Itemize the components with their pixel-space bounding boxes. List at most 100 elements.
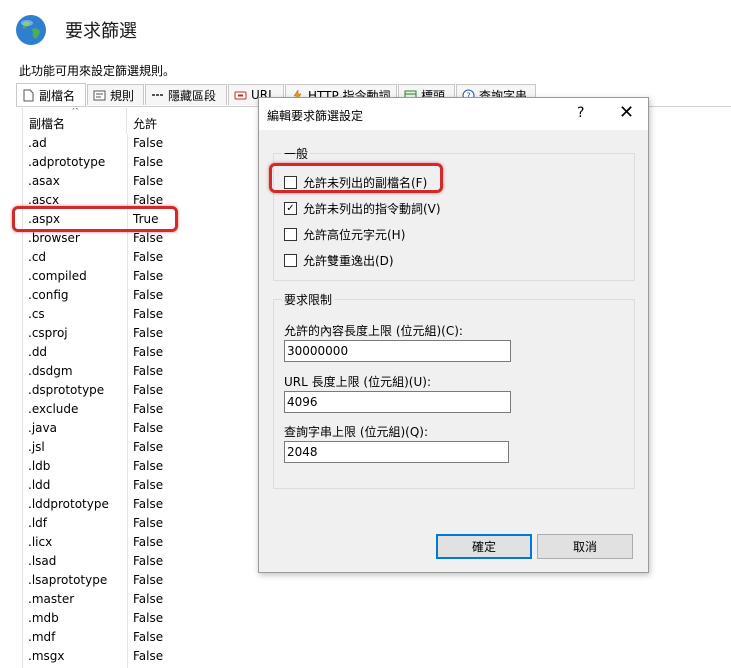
list-item[interactable]: .java False	[23, 419, 187, 438]
extension-name: .ascx	[28, 193, 60, 207]
sort-ascending-icon: ^	[71, 108, 80, 117]
extension-name: .licx	[28, 535, 53, 549]
extension-name: .ldf	[28, 516, 47, 530]
list-item[interactable]: .dsprototype False	[23, 381, 187, 400]
list-item[interactable]: .mdf False	[23, 628, 187, 647]
cancel-button[interactable]: 取消	[537, 534, 633, 559]
allowed-value: False	[133, 478, 164, 492]
list-item[interactable]: .ldf False	[23, 514, 187, 533]
allowed-value: False	[133, 516, 164, 530]
list-item[interactable]: .lsaprototype False	[23, 571, 187, 590]
allow-high-bit-characters-checkbox[interactable]: 允許高位元字元(H)	[284, 226, 405, 243]
list-item[interactable]: .cs False	[23, 305, 187, 324]
allow-unlisted-verbs-checkbox[interactable]: ✓ 允許未列出的指令動詞(V)	[284, 200, 441, 217]
close-button[interactable]: ✕	[619, 102, 634, 123]
list-item[interactable]: .master False	[23, 590, 187, 609]
list-item[interactable]: .mdb False	[23, 609, 187, 628]
column-header-extension[interactable]: 副檔名	[29, 115, 65, 132]
allowed-value: False	[133, 573, 164, 587]
list-item[interactable]: .adprototype False	[23, 153, 187, 172]
checkbox-box[interactable]	[284, 228, 297, 241]
extension-name: .dsdgm	[28, 364, 73, 378]
list-item[interactable]: .compiled False	[23, 267, 187, 286]
extension-name: .dd	[28, 345, 48, 359]
allowed-value: False	[133, 630, 164, 644]
extension-name: .exclude	[28, 402, 79, 416]
extension-name: .cd	[28, 250, 47, 264]
list-item[interactable]: .msgx False	[23, 647, 187, 666]
extension-name: .config	[28, 288, 69, 302]
extension-name: .ad	[28, 136, 47, 150]
globe-icon	[16, 15, 46, 45]
allowed-value: False	[133, 421, 164, 435]
checkbox-label: 允許未列出的指令動詞(V)	[303, 202, 441, 216]
highlight-unlisted-extensions	[269, 163, 443, 193]
extension-name: .msgx	[28, 649, 65, 663]
document-icon	[23, 89, 34, 101]
extension-name: .ldb	[28, 459, 51, 473]
query-length-input[interactable]: 2048	[284, 441, 509, 463]
highlight-aspx-row	[12, 206, 178, 232]
list-item[interactable]: .ad False	[23, 134, 187, 153]
list-item[interactable]: .config False	[23, 286, 187, 305]
hidden-segments-icon	[152, 93, 163, 96]
allowed-value: False	[133, 402, 164, 416]
help-button[interactable]: ?	[577, 105, 584, 121]
allow-double-escaping-checkbox[interactable]: 允許雙重逸出(D)	[284, 252, 394, 269]
page-description: 此功能可用來設定篩選規則。	[19, 64, 176, 78]
url-icon	[234, 91, 247, 99]
list-item[interactable]: .dd False	[23, 343, 187, 362]
list-item[interactable]: .lddprototype False	[23, 495, 187, 514]
tab-label: 副檔名	[39, 88, 76, 103]
list-item[interactable]: .licx False	[23, 533, 187, 552]
column-divider[interactable]	[126, 108, 127, 134]
checkbox-box[interactable]	[284, 254, 297, 267]
checkbox-label: 允許高位元字元(H)	[303, 228, 406, 242]
tab-hidden-segments[interactable]: 隱藏區段	[145, 84, 227, 105]
request-limits-label: 要求限制	[282, 291, 335, 308]
allowed-value: False	[133, 193, 164, 207]
extension-name: .dsprototype	[28, 383, 105, 397]
extension-name: .lsad	[28, 554, 57, 568]
list-item[interactable]: .cd False	[23, 248, 187, 267]
allowed-value: False	[133, 288, 164, 302]
list-item[interactable]: .csproj False	[23, 324, 187, 343]
dialog-title-bar: 編輯要求篩選設定 ? ✕	[259, 98, 648, 130]
allowed-value: False	[133, 535, 164, 549]
tab-file-extensions[interactable]: 副檔名	[16, 83, 86, 106]
allowed-value: False	[133, 307, 164, 321]
list-item[interactable]: .jsl False	[23, 438, 187, 457]
file-extension-list: 副檔名 ^ 允許 .ad False .adprototype False .asax F…	[22, 108, 187, 668]
checkbox-label: 允許雙重逸出(D)	[303, 254, 394, 268]
general-group-label: 一般	[282, 145, 311, 162]
allowed-value: False	[133, 440, 164, 454]
allowed-value: False	[133, 611, 164, 625]
list-item[interactable]: .lsad False	[23, 552, 187, 571]
allowed-value: False	[133, 364, 164, 378]
allowed-value: False	[133, 136, 164, 150]
column-header-allowed[interactable]: 允許	[133, 115, 157, 132]
allowed-value: False	[133, 250, 164, 264]
list-item[interactable]: .ldb False	[23, 457, 187, 476]
ok-button[interactable]: 確定	[436, 534, 532, 559]
list-item[interactable]: .exclude False	[23, 400, 187, 419]
extension-name: .lsaprototype	[28, 573, 108, 587]
page-title: 要求篩選	[65, 21, 137, 42]
allowed-value: False	[133, 155, 164, 169]
content-length-input[interactable]: 30000000	[284, 340, 511, 362]
list-item[interactable]: .dsdgm False	[23, 362, 187, 381]
extension-name: .csproj	[28, 326, 68, 340]
tab-rules[interactable]: 規則	[87, 84, 144, 105]
rules-icon	[93, 90, 106, 100]
extension-name: .mdb	[28, 611, 59, 625]
allowed-value: False	[133, 497, 164, 511]
allowed-value: False	[133, 269, 164, 283]
extension-name: .cs	[28, 307, 45, 321]
list-item[interactable]: .asax False	[23, 172, 187, 191]
allowed-value: False	[133, 592, 164, 606]
url-length-input[interactable]: 4096	[284, 391, 511, 413]
allowed-value: False	[133, 231, 164, 245]
list-item[interactable]: .ldd False	[23, 476, 187, 495]
allowed-value: False	[133, 174, 164, 188]
checkbox-box[interactable]: ✓	[284, 202, 297, 215]
